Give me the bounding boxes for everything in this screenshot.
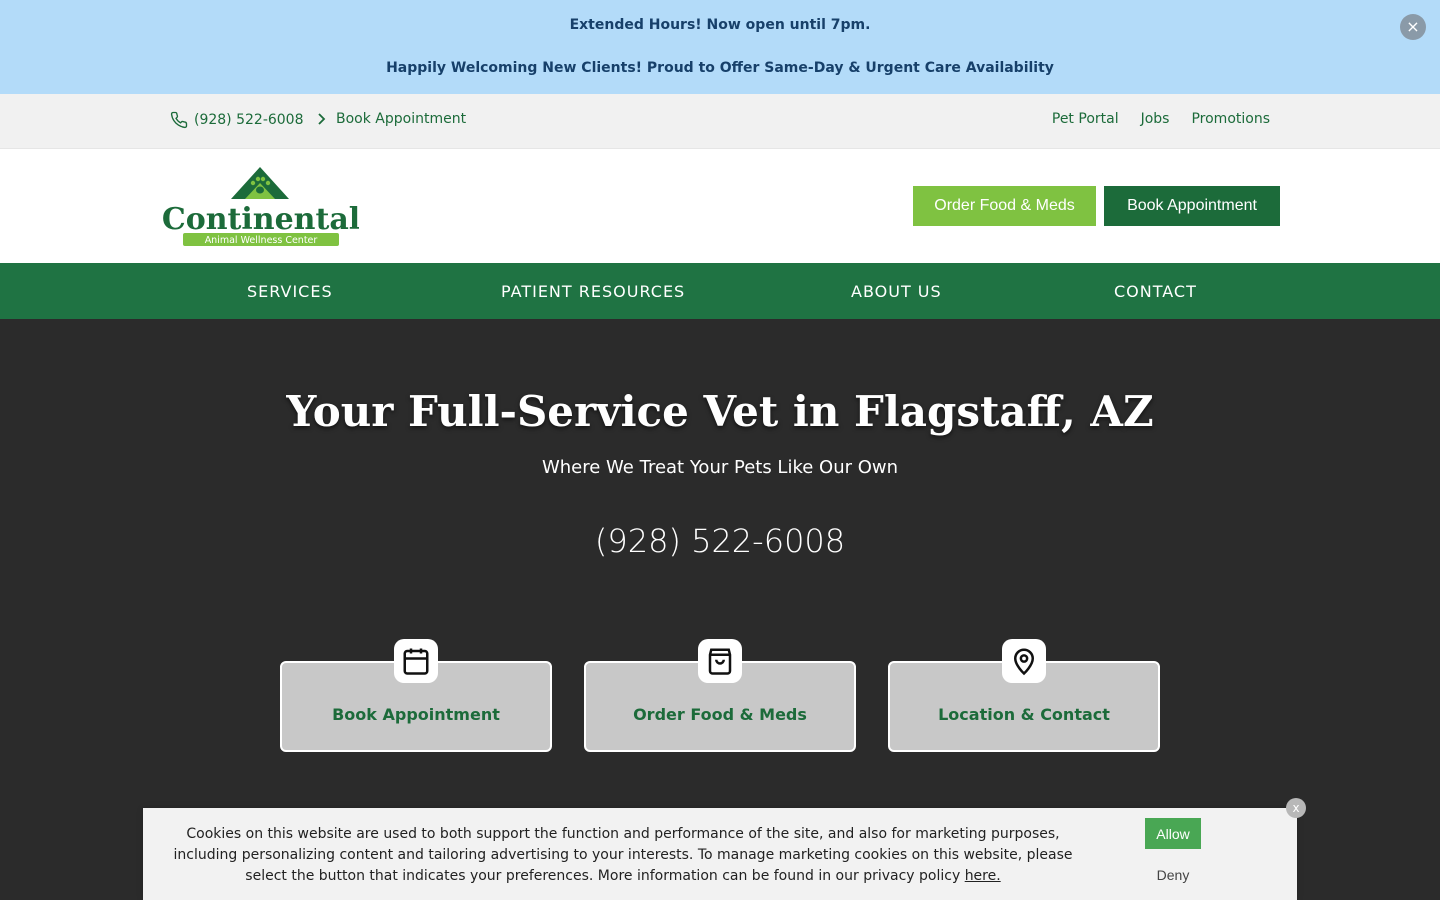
main-nav: SERVICES PATIENT RESOURCES ABOUT US CONT… [0,263,1440,319]
close-icon[interactable]: × [1400,14,1426,40]
shopping-bag-icon [698,639,742,683]
pet-portal-link[interactable]: Pet Portal [1052,111,1119,127]
order-food-button[interactable]: Order Food & Meds [913,186,1096,226]
nav-about-us[interactable]: ABOUT US [851,282,942,301]
chevron-right-icon [318,113,326,125]
utility-phone-text: (928) 522-6008 [194,112,304,128]
hero-subtitle: Where We Treat Your Pets Like Our Own [541,457,899,478]
hero-phone[interactable]: (928) 522-6008 [0,522,1440,560]
hero-title: Your Full-Service Vet in Flagstaff, AZ [286,387,1154,436]
cookie-allow-button[interactable]: Allow [1145,818,1201,849]
cookie-close-icon[interactable]: x [1286,798,1306,818]
cookie-text: Cookies on this website are used to both… [173,824,1073,887]
announcement-line-2: Happily Welcoming New Clients! Proud to … [386,60,1054,76]
book-appointment-button[interactable]: Book Appointment [1104,186,1280,226]
calendar-icon [394,639,438,683]
phone-icon [170,111,188,129]
card-book-appointment[interactable]: Book Appointment [280,639,552,752]
svg-text:Continental: Continental [163,202,359,237]
nav-patient-resources[interactable]: PATIENT RESOURCES [501,282,685,301]
card-label: Location & Contact [938,705,1110,724]
card-label: Order Food & Meds [633,705,807,724]
cookie-deny-button[interactable]: Deny [1145,864,1201,886]
jobs-link[interactable]: Jobs [1141,111,1170,127]
announcement-bar: Extended Hours! Now open until 7pm. Happ… [0,0,1440,94]
announcement-line-1: Extended Hours! Now open until 7pm. [569,17,871,33]
svg-text:Animal Wellness Center: Animal Wellness Center [205,235,318,246]
map-pin-icon [1002,639,1046,683]
utility-links: Pet Portal Jobs Promotions [1052,111,1270,127]
cookie-text-line-3: select the button that indicates your pr… [245,868,965,884]
promotions-link[interactable]: Promotions [1191,111,1270,127]
utility-bar: (928) 522-6008 Book Appointment Pet Port… [0,94,1440,148]
logo[interactable]: Continental Animal Wellness Center [162,165,360,249]
cookie-text-line-1: Cookies on this website are used to both… [186,826,1060,842]
utility-phone-link[interactable]: (928) 522-6008 [170,111,304,129]
cookie-banner: Cookies on this website are used to both… [143,808,1297,900]
nav-services[interactable]: SERVICES [247,282,333,301]
nav-contact[interactable]: CONTACT [1114,282,1197,301]
card-location-contact[interactable]: Location & Contact [888,639,1160,752]
cookie-text-line-2: including personalizing content and tail… [173,847,1073,863]
card-label: Book Appointment [332,705,500,724]
privacy-policy-link[interactable]: here. [965,868,1001,884]
site-header: Continental Animal Wellness Center Order… [0,148,1440,263]
card-order-food[interactable]: Order Food & Meds [584,639,856,752]
utility-book-link[interactable]: Book Appointment [316,111,466,127]
utility-book-text: Book Appointment [336,111,467,127]
